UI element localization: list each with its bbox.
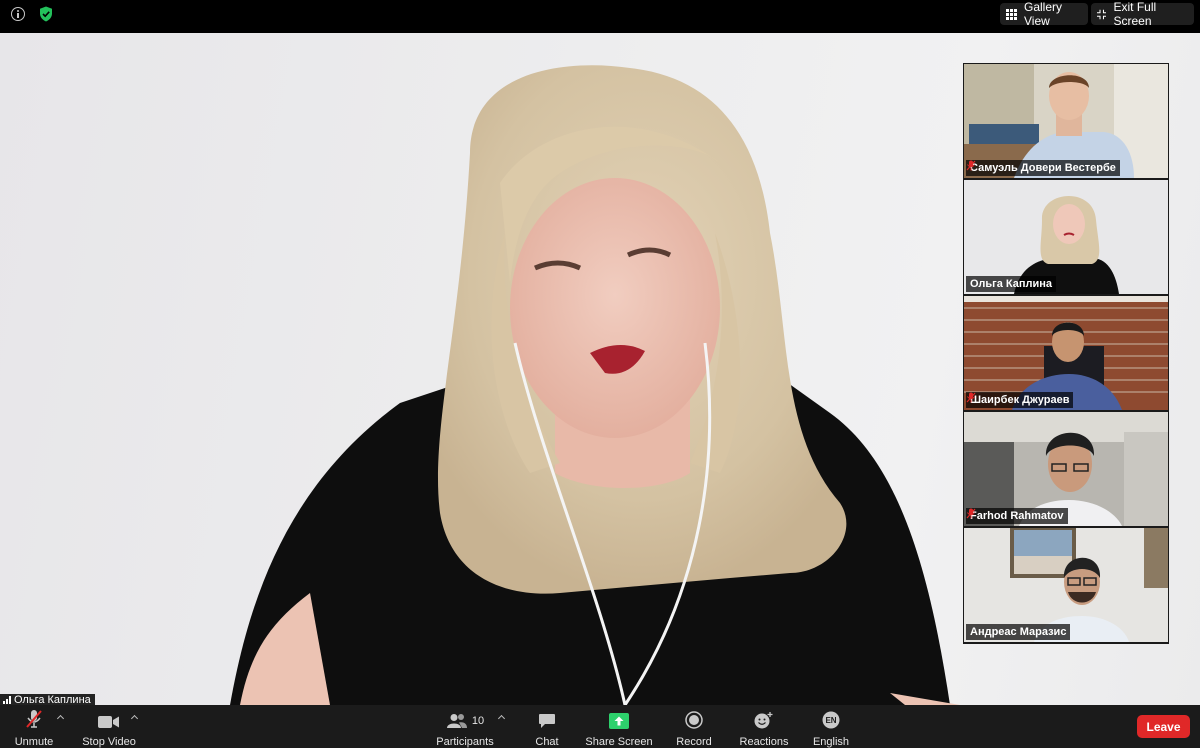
participants-button[interactable]: 10 Participants	[433, 705, 497, 748]
reactions-button[interactable]: Reactions	[738, 705, 790, 748]
participant-tile[interactable]: Андреас Маразис	[964, 528, 1168, 642]
encryption-shield-icon[interactable]	[39, 6, 53, 22]
stop-video-label: Stop Video	[82, 736, 136, 748]
language-label: English	[812, 736, 850, 748]
record-icon	[685, 711, 703, 729]
participants-count: 10	[471, 715, 485, 727]
share-screen-icon	[609, 713, 629, 729]
participant-tile-active-speaker[interactable]: Ольга Каплина	[964, 180, 1168, 294]
gallery-view-button[interactable]: Gallery View	[1000, 0, 1088, 28]
signal-strength-icon	[3, 696, 11, 704]
video-options-caret[interactable]	[131, 715, 139, 721]
language-interpretation-button[interactable]: EN English	[810, 705, 852, 748]
participants-label: Participants	[436, 736, 494, 748]
reactions-label: Reactions	[739, 736, 789, 748]
language-badge: EN	[825, 716, 836, 725]
participant-name-tag: Шаирбек Джураев	[966, 392, 1074, 408]
language-globe-icon: EN	[822, 711, 840, 729]
meeting-toolbar: Unmute Stop Video 10 Participants Chat S…	[0, 705, 1200, 748]
top-bar: Gallery View Exit Full Screen	[0, 0, 1200, 33]
stop-video-button[interactable]: Stop Video	[78, 705, 140, 748]
participant-name-tag: Самуэль Довери Вестербе	[966, 160, 1120, 176]
record-button[interactable]: Record	[675, 705, 713, 748]
gallery-view-label: Gallery View	[1024, 0, 1063, 28]
exit-full-screen-icon	[1097, 9, 1107, 19]
participant-name-tag: Farhod Rahmatov	[966, 508, 1068, 524]
participant-name-tag: Ольга Каплина	[966, 276, 1057, 292]
muted-mic-icon	[966, 392, 976, 403]
info-icon[interactable]	[11, 7, 25, 21]
video-camera-icon	[98, 716, 119, 728]
leave-meeting-button[interactable]: Leave	[1137, 715, 1190, 738]
muted-mic-icon	[966, 160, 976, 171]
muted-mic-icon	[26, 710, 42, 728]
chat-button[interactable]: Chat	[530, 705, 564, 748]
participants-icon	[446, 714, 467, 728]
unmute-label: Unmute	[14, 736, 54, 748]
reactions-smiley-icon	[754, 712, 773, 729]
share-screen-button[interactable]: Share Screen	[585, 705, 653, 748]
chat-label: Chat	[535, 736, 559, 748]
grid-icon	[1006, 8, 1017, 20]
participant-tile[interactable]: Самуэль Довери Вестербе	[964, 64, 1168, 178]
audio-options-caret[interactable]	[57, 715, 65, 721]
participants-options-caret[interactable]	[498, 715, 506, 721]
participant-thumbnails: Самуэль Довери Вестербе Ольга Каплина Ша…	[963, 63, 1169, 644]
record-label: Record	[676, 736, 712, 748]
share-screen-label: Share Screen	[585, 736, 653, 748]
unmute-button[interactable]: Unmute	[8, 705, 60, 748]
muted-mic-icon	[966, 508, 976, 519]
chat-bubble-icon	[539, 714, 555, 728]
participant-tile[interactable]: Farhod Rahmatov	[964, 412, 1168, 526]
participant-tile[interactable]: Шаирбек Джураев	[964, 296, 1168, 410]
participant-name-tag: Андреас Маразис	[966, 624, 1071, 640]
exit-full-screen-label: Exit Full Screen	[1113, 0, 1157, 28]
exit-full-screen-button[interactable]: Exit Full Screen	[1091, 0, 1194, 28]
